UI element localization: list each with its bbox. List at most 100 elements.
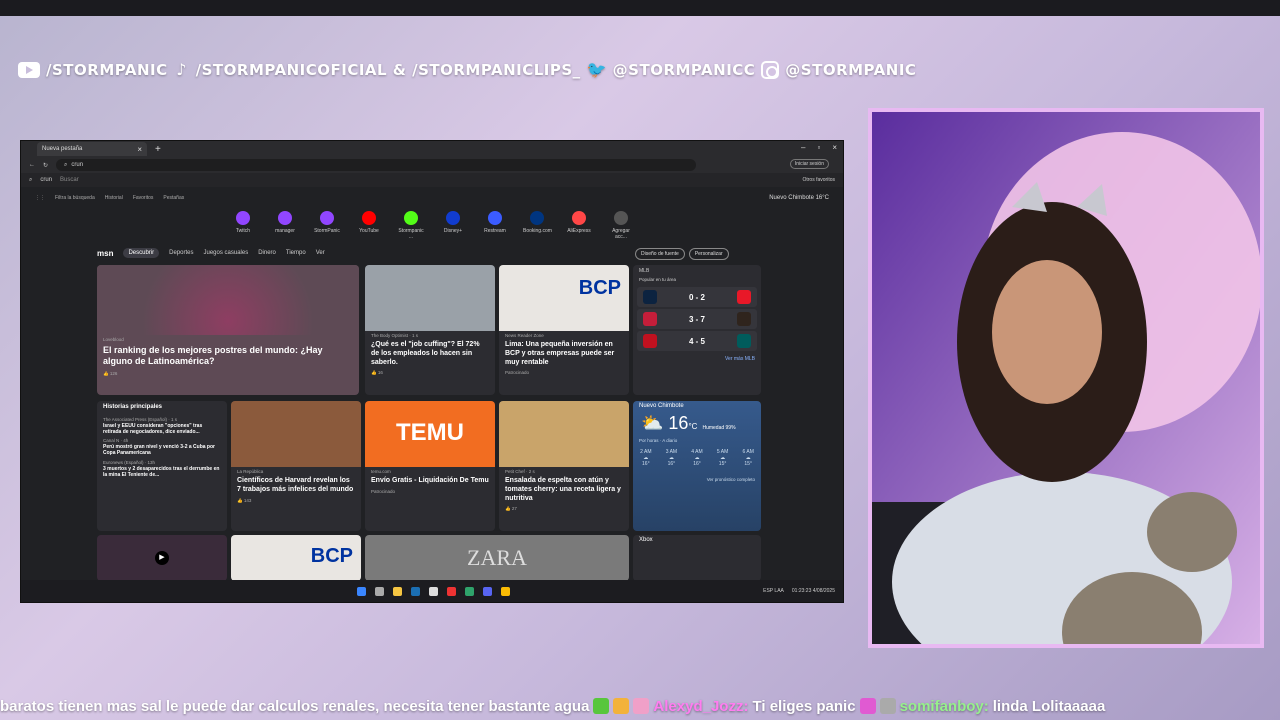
story-item[interactable]: Canal N · 4h Perú mostró gran nivel y ven… xyxy=(97,436,227,458)
xbox-header: Xbox xyxy=(639,537,653,543)
new-tab-button[interactable]: + xyxy=(155,144,161,155)
story-item[interactable]: The Associated Press (Español) · 1 s Isra… xyxy=(97,415,227,437)
address-input[interactable]: ⌕ crun xyxy=(56,159,697,171)
site-icon xyxy=(404,211,418,225)
story-item[interactable]: Euronews (Español) · 13h 3 muertos y 2 de… xyxy=(97,458,227,480)
forecast-link[interactable]: Ver pronóstico completo xyxy=(633,467,761,482)
story-text: Israel y EEUU consideran "opciones" tras… xyxy=(103,422,203,435)
msn-button[interactable]: Personalizar xyxy=(688,248,729,260)
card-source: Loveblood xyxy=(103,337,124,342)
card-bcp[interactable]: BCP News Reader Zone Lima: Una pequeña i… xyxy=(499,265,629,395)
play-icon[interactable]: ▶ xyxy=(155,551,169,565)
card-cuffing[interactable]: The Body Optimist · 1 s ¿Qué es el "job … xyxy=(365,265,495,395)
card-mlb[interactable]: MLB Popular en tu área 0 - 2 3 - 7 4 - 5 V… xyxy=(633,265,761,395)
msn-button[interactable]: Diseño de fuente xyxy=(635,248,685,260)
game-score: 3 - 7 xyxy=(688,314,705,324)
quick-link-label: Stormpanic ... xyxy=(398,228,424,240)
quick-link[interactable]: manager xyxy=(271,211,299,240)
minimize-button[interactable]: – xyxy=(801,143,805,152)
msn-tab[interactable]: Descubrir xyxy=(123,248,160,258)
mlb-game[interactable]: 3 - 7 xyxy=(637,309,757,329)
mlb-more-link[interactable]: Ver más MLB xyxy=(633,353,761,365)
youtube-handle: /STORMPANIC xyxy=(46,61,168,79)
close-window-button[interactable]: × xyxy=(832,143,837,152)
search-taskbar-icon[interactable] xyxy=(374,586,384,596)
quick-link[interactable]: Stormpanic ... xyxy=(397,211,425,240)
msn-tab[interactable]: Ver xyxy=(316,250,325,256)
card-postres[interactable]: Loveblood El ranking de los mejores post… xyxy=(97,265,359,395)
back-icon[interactable]: ← xyxy=(29,162,35,168)
other-favorites[interactable]: Otros favoritos xyxy=(802,177,835,183)
clock[interactable]: 01:23:23 4/08/2025 xyxy=(792,588,835,594)
quick-link[interactable]: Restream xyxy=(481,211,509,240)
site-icon xyxy=(572,211,586,225)
app-icon[interactable] xyxy=(428,586,438,596)
team-logo xyxy=(736,312,751,326)
card-harvard[interactable]: La República Científicos de Harvard reve… xyxy=(231,401,361,531)
msn-tab[interactable]: Dinero xyxy=(258,250,276,256)
steam-icon[interactable] xyxy=(410,586,420,596)
card-image xyxy=(231,401,361,467)
msn-tab[interactable]: Deportes xyxy=(169,250,193,256)
historias-header: Historias principales xyxy=(103,404,163,410)
chrome-icon[interactable] xyxy=(500,586,510,596)
chat-message: linda Lolitaaaaa xyxy=(992,697,1106,715)
suggestion-row[interactable]: ⌕ crun Buscar Otros favoritos xyxy=(21,173,843,187)
edge-icon[interactable] xyxy=(464,586,474,596)
quick-link[interactable]: Agregar acc... xyxy=(607,211,635,240)
discord-icon[interactable] xyxy=(482,586,492,596)
quick-link[interactable]: StormPanic xyxy=(313,211,341,240)
mlb-game[interactable]: 0 - 2 xyxy=(637,287,757,307)
card-likes: 👍 27 xyxy=(505,506,517,512)
quick-link[interactable]: Disney+ xyxy=(439,211,467,240)
card-video[interactable]: ▶ xyxy=(97,535,227,581)
hour-forecast: 4 AM ☁ 16° xyxy=(691,449,703,467)
msn-logo[interactable]: msn xyxy=(97,249,113,258)
site-icon xyxy=(278,211,292,225)
team-logo xyxy=(736,290,751,304)
maximize-button[interactable]: ▫ xyxy=(817,143,820,152)
quick-link[interactable]: AliExpress xyxy=(565,211,593,240)
card-bcp-2[interactable]: BCP xyxy=(231,535,361,581)
folder-icon[interactable] xyxy=(392,586,402,596)
twitter-icon: 🐦 xyxy=(586,60,608,79)
obs-icon[interactable] xyxy=(446,586,456,596)
language-indicator[interactable]: ESP LAA xyxy=(763,588,784,594)
game-score: 4 - 5 xyxy=(688,336,705,346)
refresh-icon[interactable]: ↻ xyxy=(43,162,48,169)
emote-icon xyxy=(593,698,610,714)
youtube-icon xyxy=(18,62,40,78)
filter-input[interactable]: Filtra la búsqueda xyxy=(55,195,95,201)
card-zara[interactable]: ZARA xyxy=(365,535,629,581)
quick-link[interactable]: Booking.com xyxy=(523,211,552,240)
card-title: ¿Qué es el "job cuffing"? El 72% de los … xyxy=(371,341,480,366)
tab-title: Nueva pestaña xyxy=(42,146,83,152)
mlb-game[interactable]: 4 - 5 xyxy=(637,331,757,351)
card-source: Petit Chef · 2 s xyxy=(505,469,535,474)
card-temu[interactable]: TEMU temu.com Envío Gratis - Liquidación… xyxy=(365,401,495,531)
card-xbox[interactable]: Xbox xyxy=(633,535,761,581)
close-tab-icon[interactable]: × xyxy=(137,145,142,154)
badge-icon xyxy=(633,698,650,714)
header-weather[interactable]: Nuevo Chimbote 16°C xyxy=(769,195,829,201)
social-handles: /STORMPANIC ♪ /STORMPANICOFICIAL & /STOR… xyxy=(18,61,916,79)
card-ensalada[interactable]: Petit Chef · 2 s Ensalada de espelta con… xyxy=(499,401,629,531)
card-weather[interactable]: Nuevo Chimbote ⛅ 16°C Humedad 99% Por ho… xyxy=(633,401,761,531)
card-image xyxy=(97,265,359,335)
filter-tabs[interactable]: Pestañas xyxy=(163,195,184,201)
chat-ticker: baratos tienen mas sal le puede dar calc… xyxy=(0,695,1280,717)
windows-start-icon[interactable] xyxy=(356,586,366,596)
card-title: El ranking de los mejores postres del mu… xyxy=(103,345,323,367)
tab-new[interactable]: Nueva pestaña × xyxy=(37,142,147,156)
msn-tab[interactable]: Juegos casuales xyxy=(204,250,249,256)
filter-history[interactable]: Historial xyxy=(105,195,123,201)
quick-link[interactable]: Twitch xyxy=(229,211,257,240)
filter-favorites[interactable]: Favoritos xyxy=(133,195,154,201)
window-controls: – ▫ × xyxy=(801,143,837,152)
quick-link[interactable]: YouTube xyxy=(355,211,383,240)
apps-icon[interactable]: ⋮⋮ xyxy=(35,195,45,201)
story-source: The Associated Press (Español) · 1 s xyxy=(103,416,178,422)
msn-tab[interactable]: Tiempo xyxy=(286,250,306,256)
quick-link-label: manager xyxy=(275,228,295,234)
signin-button[interactable]: Iniciar sesión xyxy=(789,159,829,169)
